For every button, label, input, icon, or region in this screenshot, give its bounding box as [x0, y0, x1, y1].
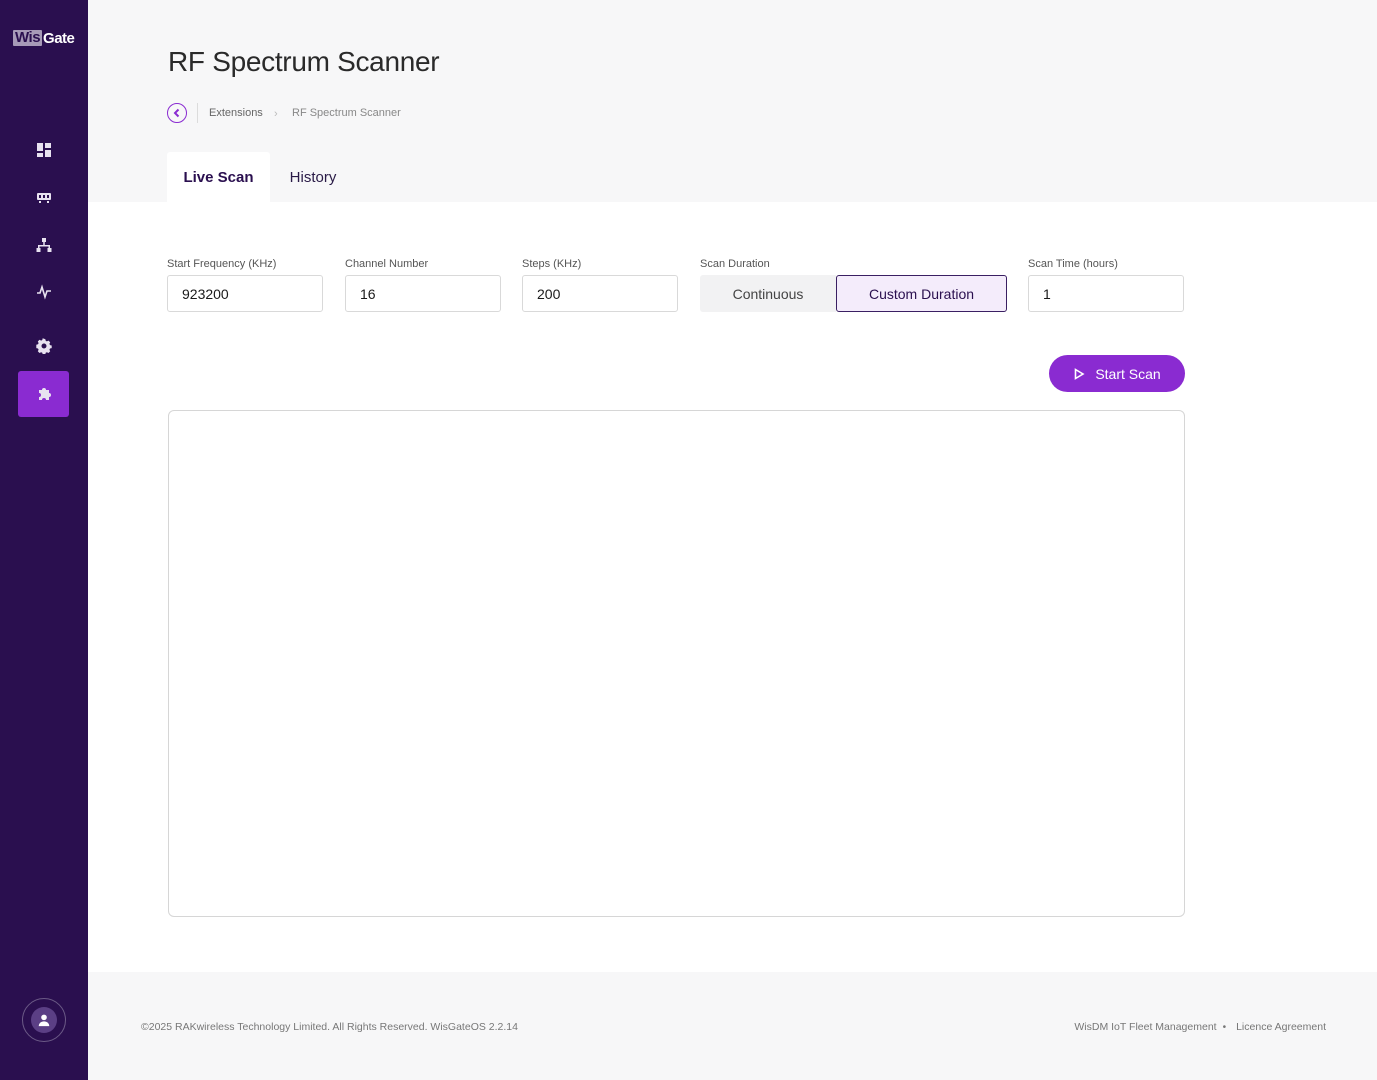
footer-copyright: ©2025 RAKwireless Technology Limited. Al… [141, 1021, 518, 1033]
wisgate-logo[interactable]: Wis Gate [13, 29, 75, 47]
activity-icon [36, 284, 51, 300]
scan-time-label: Scan Time (hours) [1028, 258, 1118, 270]
chevron-left-icon [173, 108, 180, 118]
logo-wis: Wis [13, 29, 43, 46]
footer-separator: • [1222, 1021, 1227, 1033]
footer-link-licence[interactable]: Licence Agreement [1236, 1021, 1326, 1033]
avatar [31, 1007, 57, 1033]
start-scan-button[interactable]: Start Scan [1049, 355, 1185, 392]
puzzle-icon [38, 388, 51, 400]
tab-history[interactable]: History [278, 152, 348, 202]
user-menu-button[interactable] [22, 998, 66, 1042]
footer-link-wisdm[interactable]: WisDM IoT Fleet Management [1074, 1021, 1216, 1033]
sidebar-item-settings[interactable] [18, 323, 69, 369]
play-icon [1075, 367, 1085, 380]
breadcrumb-current: RF Spectrum Scanner [292, 107, 401, 119]
channel-number-input[interactable] [345, 275, 501, 312]
steps-label: Steps (KHz) [522, 258, 582, 270]
tab-live-scan[interactable]: Live Scan [167, 152, 270, 202]
back-button[interactable] [167, 103, 187, 123]
breadcrumb-extensions[interactable]: Extensions [209, 107, 263, 119]
dashboard-icon [36, 143, 51, 157]
start-frequency-label: Start Frequency (KHz) [167, 258, 277, 270]
page-title: RF Spectrum Scanner [168, 46, 440, 77]
sidebar-item-activity[interactable] [18, 269, 69, 315]
sidebar-item-extensions[interactable] [18, 371, 69, 417]
scan-duration-label: Scan Duration [700, 258, 770, 270]
sidebar-item-dashboard[interactable] [18, 127, 69, 173]
gateway-icon [36, 193, 51, 203]
start-frequency-input[interactable] [167, 275, 323, 312]
scan-duration-continuous-option[interactable]: Continuous [700, 275, 836, 312]
logo-gate: Gate [43, 29, 75, 47]
scan-time-input[interactable] [1028, 275, 1184, 312]
spectrum-chart-area [168, 410, 1185, 917]
sidebar: Wis Gate [0, 0, 88, 1080]
channel-number-label: Channel Number [345, 258, 429, 270]
breadcrumb-chevron-icon: › [274, 108, 278, 120]
start-scan-label: Start Scan [1095, 365, 1161, 382]
sidebar-item-gateway[interactable] [18, 175, 69, 221]
network-icon [36, 238, 51, 252]
scan-duration-custom-option[interactable]: Custom Duration [836, 275, 1007, 312]
user-icon [38, 1014, 50, 1027]
sidebar-item-network[interactable] [18, 222, 69, 268]
gear-icon [35, 338, 52, 354]
breadcrumb-divider [197, 103, 198, 123]
footer-links: WisDM IoT Fleet Management • Licence Agr… [1074, 1021, 1326, 1033]
steps-input[interactable] [522, 275, 678, 312]
